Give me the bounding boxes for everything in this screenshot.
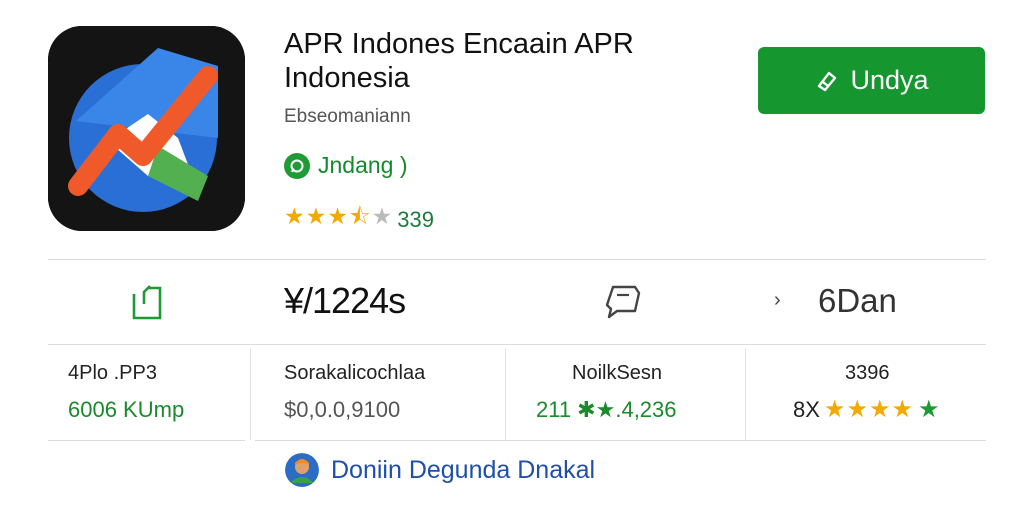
author-name[interactable]: Doniin Degunda Dnakal [331, 456, 595, 485]
whatsapp-icon [284, 152, 310, 179]
mid-divider [48, 344, 986, 345]
star-icon: ★ [917, 396, 940, 423]
share-icon[interactable] [130, 282, 164, 327]
detail-rating-prefix: 8X [793, 396, 820, 422]
star-icon: ★★★★ [823, 396, 914, 423]
rating-row: ★★★⯪★ 339 [284, 200, 434, 239]
column-separator [250, 348, 251, 440]
avatar [285, 453, 319, 487]
detail-value: 211 ✱★.4,236 [536, 397, 677, 422]
detail-rating: 8X ★★★★ ★ [793, 395, 940, 424]
detail-label: 4Plo .PP3 [68, 362, 157, 384]
detail-label: Sorakalicochlaa [284, 362, 426, 384]
stat-primary-value: ¥/1224s [284, 280, 406, 321]
author-row[interactable]: Doniin Degunda Dnakal [285, 453, 595, 487]
rating-count: 339 [397, 206, 434, 232]
developer-name[interactable]: Ebseomaniann [284, 106, 411, 128]
app-title: APR Indones Encaain APR Indonesia [284, 28, 724, 95]
chat-icon[interactable] [603, 283, 643, 326]
detail-label: 3396 [845, 362, 890, 384]
chevron-right-icon[interactable]: › [774, 289, 781, 312]
bottom-divider [48, 440, 245, 441]
stat-days-value: 6Dan [818, 282, 897, 319]
app-title-line2: Indonesia [284, 61, 410, 94]
status-label: Jndang ) [318, 152, 408, 178]
detail-value: $0,0.0,9100 [284, 397, 401, 422]
column-separator [745, 348, 746, 440]
app-title-line1: APR Indones Encaain APR [284, 28, 634, 60]
install-button[interactable]: Undya [758, 47, 985, 114]
rating-stars: ★★★⯪★ [284, 203, 394, 229]
install-button-label: Undya [850, 65, 929, 95]
detail-label: NoilkSesn [572, 362, 663, 384]
status-row: Jndang ) [284, 152, 408, 179]
top-divider [48, 259, 986, 260]
column-separator [505, 348, 506, 440]
detail-value: 6006 KUmp [68, 397, 185, 422]
app-logo-icon [48, 26, 245, 231]
bottom-divider [255, 440, 986, 441]
edit-icon [814, 68, 840, 94]
